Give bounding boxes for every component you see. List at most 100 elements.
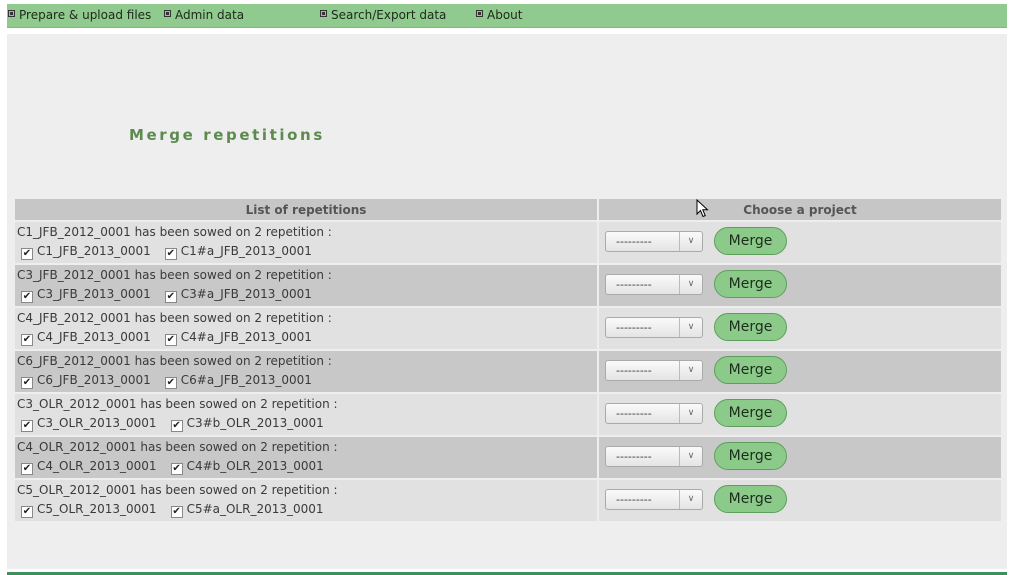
chevron-down-icon[interactable]: ∨ <box>679 275 702 294</box>
project-select[interactable]: --------- ∨ <box>605 274 703 295</box>
project-select-value: --------- <box>616 364 652 377</box>
merge-button[interactable]: Merge <box>714 313 787 341</box>
table-row: C6_JFB_2012_0001 has been sowed on 2 rep… <box>13 350 1003 394</box>
chevron-down-icon[interactable]: ∨ <box>679 361 702 380</box>
repetition-checkbox-item[interactable]: ✔ C4#a_JFB_2013_0001 <box>164 330 312 346</box>
merge-button[interactable]: Merge <box>714 442 787 470</box>
repetition-description: C1_JFB_2012_0001 has been sowed on 2 rep… <box>17 225 332 239</box>
repetition-checkbox-item[interactable]: ✔ C6#a_JFB_2013_0001 <box>164 373 312 389</box>
repetition-description: C4_JFB_2012_0001 has been sowed on 2 rep… <box>17 311 332 325</box>
project-action-cell: --------- ∨ Merge <box>597 393 1003 437</box>
nav-item-prepare-upload[interactable]: Prepare & upload files <box>8 4 151 27</box>
project-action-cell: --------- ∨ Merge <box>597 350 1003 394</box>
repetition-checkbox-item[interactable]: ✔ C5_OLR_2013_0001 <box>21 502 157 518</box>
merge-button[interactable]: Merge <box>714 356 787 384</box>
repetition-checkboxes: ✔ C3_JFB_2013_0001 ✔ C3#a_JFB_2013_0001 <box>15 287 597 303</box>
project-select-value: --------- <box>616 321 652 334</box>
checkbox-label: C4#b_OLR_2013_0001 <box>186 459 324 473</box>
checkbox-checked-icon[interactable]: ✔ <box>164 291 177 303</box>
project-action-cell: --------- ∨ Merge <box>597 479 1003 523</box>
repetition-cell: C6_JFB_2012_0001 has been sowed on 2 rep… <box>13 350 599 394</box>
repetition-checkboxes: ✔ C6_JFB_2013_0001 ✔ C6#a_JFB_2013_0001 <box>15 373 597 389</box>
table-row: C4_JFB_2012_0001 has been sowed on 2 rep… <box>13 307 1003 351</box>
repetition-checkbox-item[interactable]: ✔ C5#a_OLR_2013_0001 <box>170 502 324 518</box>
repetition-description: C3_OLR_2012_0001 has been sowed on 2 rep… <box>17 397 338 411</box>
nav-item-admin-data[interactable]: Admin data <box>164 4 244 27</box>
project-select-value: --------- <box>616 278 652 291</box>
repetition-checkbox-item[interactable]: ✔ C6_JFB_2013_0001 <box>21 373 151 389</box>
nav-bullet-icon <box>8 10 15 17</box>
repetition-checkboxes: ✔ C5_OLR_2013_0001 ✔ C5#a_OLR_2013_0001 <box>15 502 597 518</box>
nav-label: Admin data <box>175 8 245 22</box>
chevron-down-icon[interactable]: ∨ <box>679 490 702 509</box>
checkbox-label: C1#a_JFB_2013_0001 <box>180 244 312 258</box>
checkbox-checked-icon[interactable]: ✔ <box>170 420 183 432</box>
project-select[interactable]: --------- ∨ <box>605 403 703 424</box>
project-action-cell: --------- ∨ Merge <box>597 264 1003 308</box>
checkbox-checked-icon[interactable]: ✔ <box>21 420 33 432</box>
repetition-checkbox-item[interactable]: ✔ C4_OLR_2013_0001 <box>21 459 157 475</box>
repetition-checkbox-item[interactable]: ✔ C1#a_JFB_2013_0001 <box>164 244 312 260</box>
repetition-checkbox-item[interactable]: ✔ C3#b_OLR_2013_0001 <box>170 416 324 432</box>
repetition-checkbox-item[interactable]: ✔ C4#b_OLR_2013_0001 <box>170 459 324 475</box>
table-body: C1_JFB_2012_0001 has been sowed on 2 rep… <box>13 221 1003 523</box>
checkbox-checked-icon[interactable]: ✔ <box>21 334 33 346</box>
project-select[interactable]: --------- ∨ <box>605 317 703 338</box>
project-select-value: --------- <box>616 407 652 420</box>
chevron-down-icon[interactable]: ∨ <box>679 447 702 466</box>
checkbox-checked-icon[interactable]: ✔ <box>164 334 177 346</box>
nav-item-about[interactable]: About <box>476 4 522 27</box>
table-row: C3_OLR_2012_0001 has been sowed on 2 rep… <box>13 393 1003 437</box>
repetition-description: C4_OLR_2012_0001 has been sowed on 2 rep… <box>17 440 338 454</box>
nav-label: Prepare & upload files <box>19 8 152 22</box>
checkbox-checked-icon[interactable]: ✔ <box>21 463 33 475</box>
checkbox-label: C4#a_JFB_2013_0001 <box>180 330 312 344</box>
page-title: Merge repetitions <box>129 126 325 144</box>
repetition-checkbox-item[interactable]: ✔ C3_JFB_2013_0001 <box>21 287 151 303</box>
project-action-cell: --------- ∨ Merge <box>597 436 1003 480</box>
repetition-cell: C1_JFB_2012_0001 has been sowed on 2 rep… <box>13 221 599 265</box>
table-row: C3_JFB_2012_0001 has been sowed on 2 rep… <box>13 264 1003 308</box>
repetition-description: C3_JFB_2012_0001 has been sowed on 2 rep… <box>17 268 332 282</box>
project-select[interactable]: --------- ∨ <box>605 489 703 510</box>
repetition-checkboxes: ✔ C4_OLR_2013_0001 ✔ C4#b_OLR_2013_0001 <box>15 459 597 475</box>
chevron-down-icon[interactable]: ∨ <box>679 404 702 423</box>
checkbox-label: C4_JFB_2013_0001 <box>37 330 151 344</box>
header-list-of-repetitions: List of repetitions <box>13 199 599 222</box>
repetition-checkboxes: ✔ C3_OLR_2013_0001 ✔ C3#b_OLR_2013_0001 <box>15 416 597 432</box>
merge-button[interactable]: Merge <box>714 485 787 513</box>
project-action-cell: --------- ∨ Merge <box>597 221 1003 265</box>
checkbox-checked-icon[interactable]: ✔ <box>170 463 183 475</box>
chevron-down-icon[interactable]: ∨ <box>679 232 702 251</box>
checkbox-checked-icon[interactable]: ✔ <box>21 291 33 303</box>
merge-button[interactable]: Merge <box>714 227 787 255</box>
nav-bullet-icon <box>164 10 171 17</box>
checkbox-checked-icon[interactable]: ✔ <box>164 248 177 260</box>
project-select[interactable]: --------- ∨ <box>605 446 703 467</box>
table-row: C4_OLR_2012_0001 has been sowed on 2 rep… <box>13 436 1003 480</box>
checkbox-checked-icon[interactable]: ✔ <box>21 377 33 389</box>
project-select[interactable]: --------- ∨ <box>605 231 703 252</box>
checkbox-label: C5#a_OLR_2013_0001 <box>186 502 324 516</box>
checkbox-checked-icon[interactable]: ✔ <box>170 506 183 518</box>
repetition-checkboxes: ✔ C1_JFB_2013_0001 ✔ C1#a_JFB_2013_0001 <box>15 244 597 260</box>
table-row: C1_JFB_2012_0001 has been sowed on 2 rep… <box>13 221 1003 265</box>
chevron-down-icon[interactable]: ∨ <box>679 318 702 337</box>
table-row: C5_OLR_2012_0001 has been sowed on 2 rep… <box>13 479 1003 523</box>
repetition-cell: C3_JFB_2012_0001 has been sowed on 2 rep… <box>13 264 599 308</box>
merge-button[interactable]: Merge <box>714 399 787 427</box>
top-nav-bar: Prepare & upload files Admin data Search… <box>7 4 1007 28</box>
repetition-checkbox-item[interactable]: ✔ C3#a_JFB_2013_0001 <box>164 287 312 303</box>
nav-bullet-icon <box>320 10 327 17</box>
checkbox-checked-icon[interactable]: ✔ <box>21 506 33 518</box>
checkbox-label: C4_OLR_2013_0001 <box>37 459 157 473</box>
repetition-checkbox-item[interactable]: ✔ C1_JFB_2013_0001 <box>21 244 151 260</box>
checkbox-checked-icon[interactable]: ✔ <box>164 377 177 389</box>
merge-button[interactable]: Merge <box>714 270 787 298</box>
project-select[interactable]: --------- ∨ <box>605 360 703 381</box>
repetition-cell: C5_OLR_2012_0001 has been sowed on 2 rep… <box>13 479 599 523</box>
nav-item-search-export[interactable]: Search/Export data <box>320 4 446 27</box>
checkbox-checked-icon[interactable]: ✔ <box>21 248 33 260</box>
repetition-checkbox-item[interactable]: ✔ C4_JFB_2013_0001 <box>21 330 151 346</box>
repetition-checkbox-item[interactable]: ✔ C3_OLR_2013_0001 <box>21 416 157 432</box>
